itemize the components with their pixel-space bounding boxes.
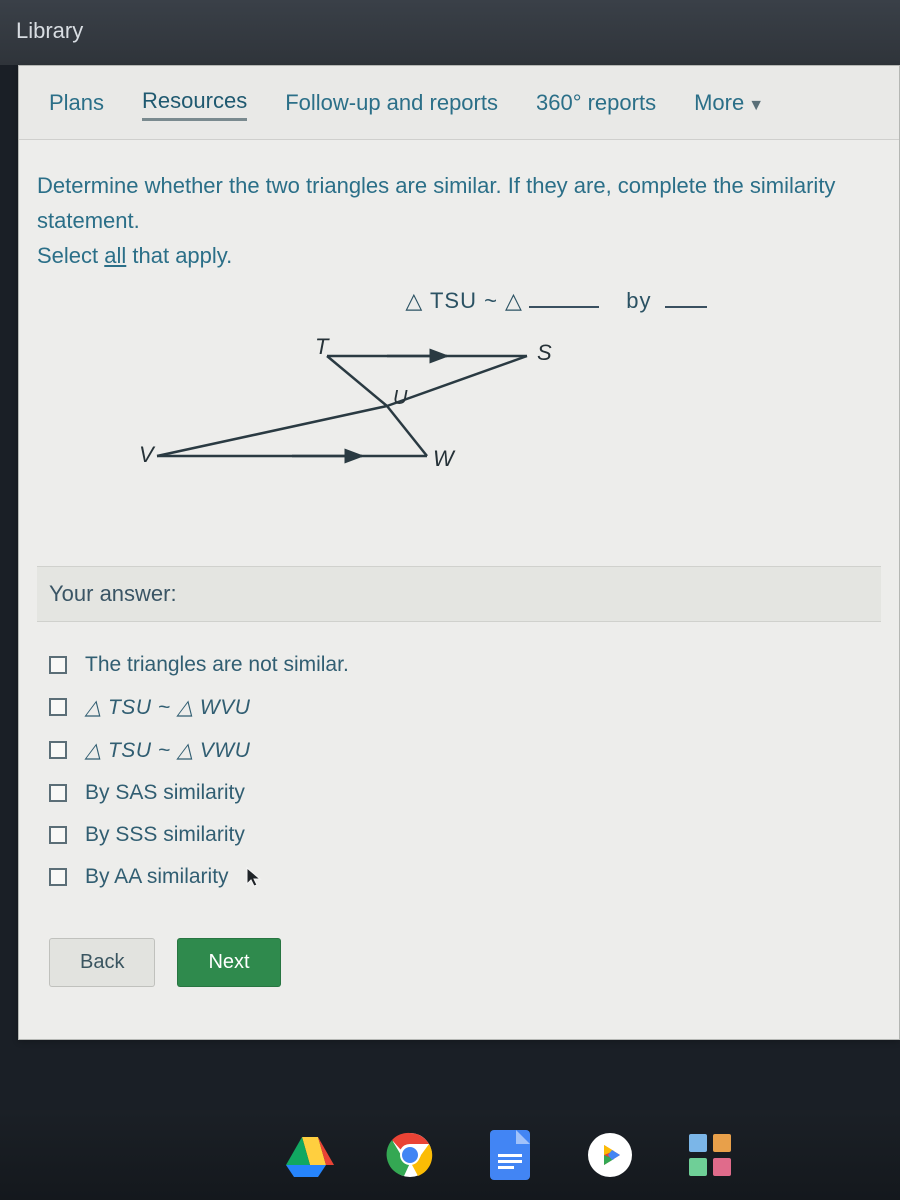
tab-followup[interactable]: Follow-up and reports — [285, 90, 498, 120]
nav-buttons: Back Next — [37, 908, 881, 1021]
question-text: Determine whether the two triangles are … — [37, 168, 881, 274]
drive-icon[interactable] — [284, 1129, 336, 1181]
similarity-equation: △ TSU ~ △ by — [237, 288, 881, 314]
label-T: T — [315, 336, 330, 359]
option-row[interactable]: By SSS similarity — [49, 814, 871, 856]
taskbar — [0, 1110, 900, 1200]
label-S: S — [537, 340, 552, 365]
question-line2-post: that apply. — [126, 243, 232, 268]
checkbox-icon[interactable] — [49, 868, 67, 886]
play-icon[interactable] — [584, 1129, 636, 1181]
chrome-icon[interactable] — [384, 1129, 436, 1181]
question-line2-pre: Select — [37, 243, 104, 268]
docs-icon[interactable] — [484, 1129, 536, 1181]
tab-plans[interactable]: Plans — [49, 90, 104, 120]
option-label: By AA similarity — [85, 865, 229, 889]
option-label: By SAS similarity — [85, 781, 245, 805]
cursor-icon — [245, 866, 263, 888]
triangle-figure: T S U V W — [137, 336, 597, 486]
tab-resources[interactable]: Resources — [142, 88, 247, 121]
option-row[interactable]: The triangles are not similar. — [49, 644, 871, 686]
label-V: V — [139, 442, 156, 467]
eq-by: by — [626, 288, 651, 313]
checkbox-icon[interactable] — [49, 784, 67, 802]
option-label: The triangles are not similar. — [85, 653, 349, 677]
label-U: U — [393, 387, 408, 409]
next-button[interactable]: Next — [177, 938, 280, 987]
apps-icon[interactable] — [684, 1129, 736, 1181]
tab-bar: Plans Resources Follow-up and reports 36… — [19, 66, 899, 140]
checkbox-icon[interactable] — [49, 656, 67, 674]
option-row[interactable]: By AA similarity — [49, 856, 871, 898]
option-row[interactable]: By SAS similarity — [49, 772, 871, 814]
answer-options: The triangles are not similar. △ TSU ~ △… — [37, 622, 881, 908]
question-panel: Determine whether the two triangles are … — [19, 140, 899, 1039]
eq-blank-2[interactable] — [665, 306, 707, 308]
checkbox-icon[interactable] — [49, 826, 67, 844]
back-button[interactable]: Back — [49, 938, 155, 987]
option-row[interactable]: △ TSU ~ △ VWU — [49, 729, 871, 772]
eq-left: △ TSU ~ △ — [405, 288, 523, 313]
app-title: Library — [16, 18, 83, 43]
option-label: By SSS similarity — [85, 823, 245, 847]
tab-360[interactable]: 360° reports — [536, 90, 656, 120]
option-label: △ TSU ~ △ VWU — [85, 738, 250, 763]
chevron-down-icon: ▼ — [748, 97, 764, 114]
question-line2-underline: all — [104, 243, 126, 268]
label-W: W — [433, 446, 456, 471]
tab-more[interactable]: More▼ — [694, 90, 764, 120]
option-row[interactable]: △ TSU ~ △ WVU — [49, 686, 871, 729]
option-label: △ TSU ~ △ WVU — [85, 695, 250, 720]
checkbox-icon[interactable] — [49, 698, 67, 716]
tab-more-label: More — [694, 90, 744, 115]
eq-blank-1[interactable] — [529, 306, 599, 308]
checkbox-icon[interactable] — [49, 741, 67, 759]
answer-header: Your answer: — [37, 566, 881, 622]
question-line1: Determine whether the two triangles are … — [37, 173, 835, 233]
content-window: Plans Resources Follow-up and reports 36… — [18, 65, 900, 1040]
app-titlebar: Library — [0, 0, 900, 65]
